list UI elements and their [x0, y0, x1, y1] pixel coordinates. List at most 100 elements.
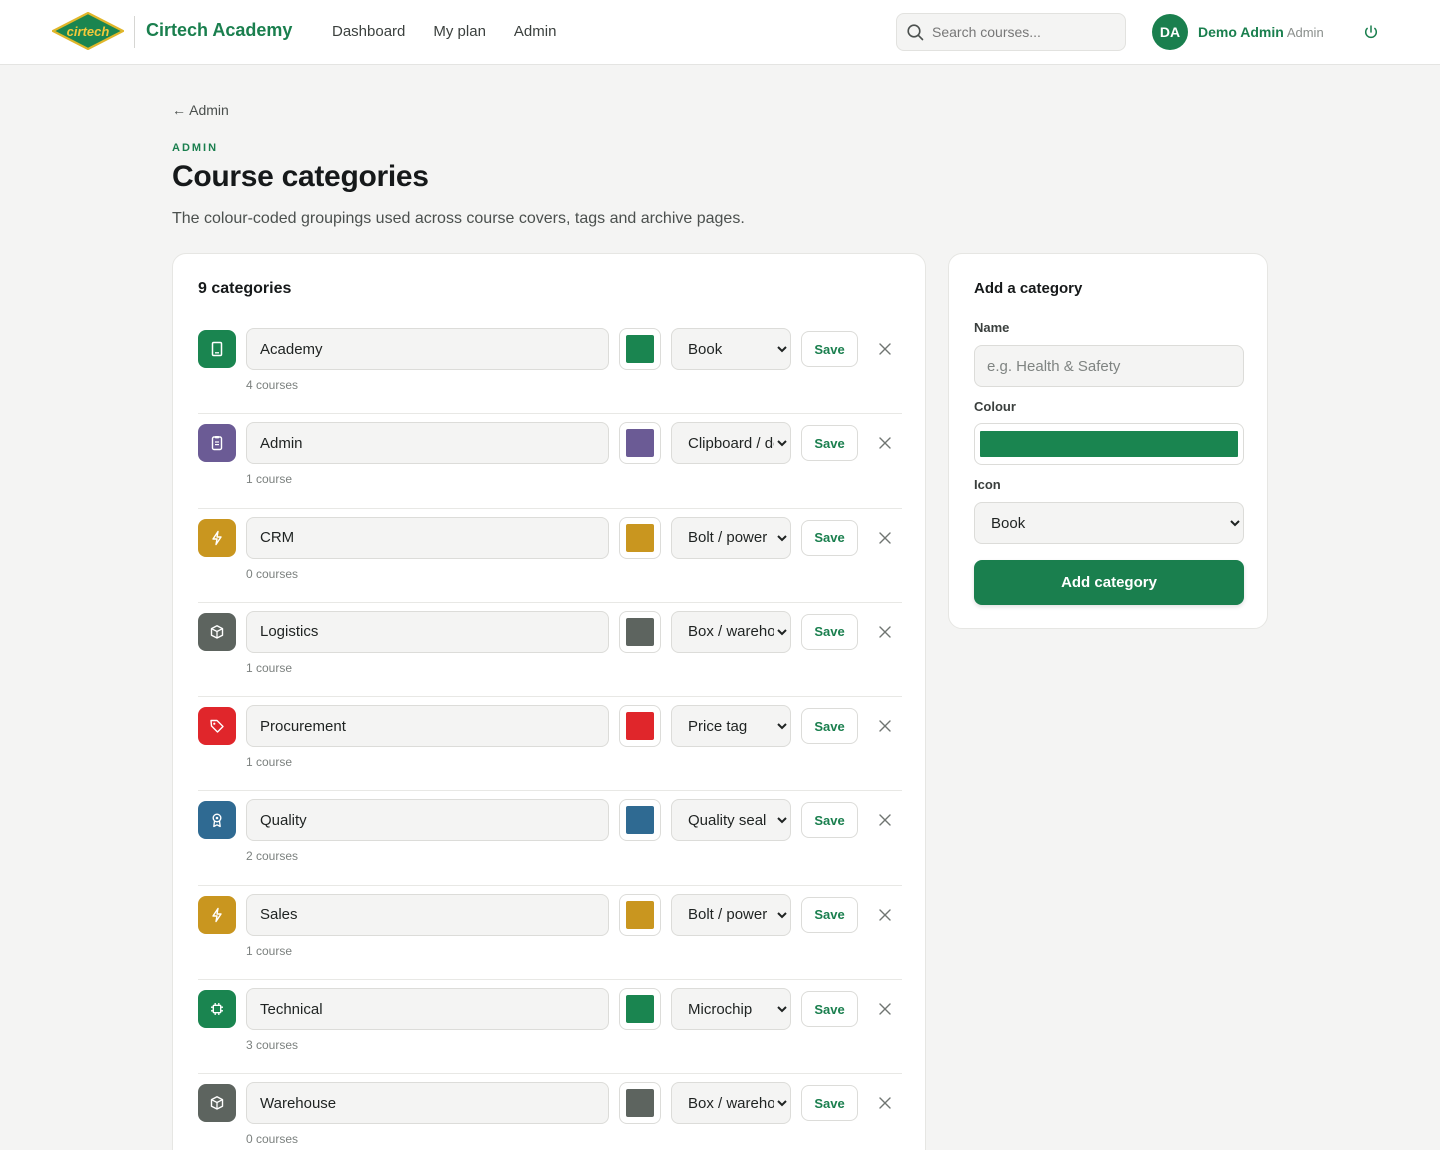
delete-button[interactable] — [876, 529, 894, 547]
course-count: 3 courses — [246, 1038, 299, 1053]
category-icon-select[interactable]: Price tag — [671, 705, 791, 748]
power-icon[interactable] — [1362, 23, 1380, 41]
save-button[interactable]: Save — [801, 425, 858, 462]
new-category-icon-select[interactable]: Book — [974, 502, 1244, 544]
delete-button[interactable] — [876, 811, 894, 829]
category-colour-picker[interactable] — [619, 610, 661, 653]
new-category-colour-picker[interactable] — [974, 423, 1244, 465]
category-icon-select[interactable]: Book — [671, 328, 791, 370]
add-category-button[interactable]: Add category — [974, 560, 1244, 605]
delete-button[interactable] — [876, 434, 894, 452]
category-colour-picker[interactable] — [619, 988, 661, 1031]
avatar[interactable]: DA — [1152, 14, 1188, 50]
save-button[interactable]: Save — [801, 331, 858, 367]
categories-card: 9 categories Book Save 4 courses Clipboard … — [172, 253, 926, 1150]
close-icon — [879, 814, 891, 827]
category-colour-picker[interactable] — [619, 1082, 661, 1125]
course-count: 4 courses — [246, 378, 299, 392]
save-button[interactable]: Save — [801, 1085, 858, 1122]
category-colour-picker[interactable] — [619, 516, 661, 559]
seal-icon — [212, 813, 222, 828]
close-icon — [879, 720, 891, 732]
category-icon-select[interactable]: Quality seal — [671, 799, 791, 842]
delete-button[interactable] — [876, 717, 894, 735]
icon-label: Icon — [974, 477, 1001, 492]
category-icon-select[interactable]: Bolt / power — [671, 516, 791, 559]
category-icon-badge — [198, 330, 236, 368]
box-icon — [210, 1096, 224, 1111]
category-icon-select[interactable]: Bolt / power — [671, 893, 791, 936]
category-colour-swatch — [626, 806, 654, 835]
category-colour-swatch — [626, 900, 654, 929]
category-name-input[interactable] — [246, 328, 609, 370]
logo[interactable]: cirtech — [52, 12, 124, 50]
course-count: 0 courses — [246, 1132, 299, 1147]
course-count: 1 course — [246, 943, 293, 958]
save-button[interactable]: Save — [801, 802, 858, 839]
category-row: Price tag Save 1 course — [198, 697, 902, 792]
category-name-input[interactable] — [246, 516, 609, 559]
save-button[interactable]: Save — [801, 519, 858, 556]
nav-my-plan[interactable]: My plan — [433, 23, 486, 40]
course-count: 1 course — [246, 755, 293, 770]
save-button[interactable]: Save — [801, 991, 858, 1028]
delete-button[interactable] — [876, 1000, 894, 1018]
user-name: Demo Admin — [1198, 24, 1284, 40]
close-icon — [879, 909, 891, 921]
save-button[interactable]: Save — [801, 613, 858, 650]
category-icon-badge — [198, 707, 236, 746]
save-button[interactable]: Save — [801, 896, 858, 933]
category-colour-swatch — [626, 995, 654, 1024]
category-icon-badge — [198, 518, 236, 557]
page-description: The colour-coded groupings used across c… — [172, 210, 745, 227]
category-icon-badge — [198, 895, 236, 934]
main-nav: Dashboard My plan Admin — [332, 23, 556, 40]
brand-name[interactable]: Cirtech Academy — [146, 20, 292, 41]
nav-dashboard[interactable]: Dashboard — [332, 23, 405, 40]
category-row: Box / warehouse Save 0 courses — [198, 1074, 902, 1150]
close-icon — [879, 437, 891, 449]
nav-admin[interactable]: Admin — [514, 23, 557, 40]
category-name-input[interactable] — [246, 705, 609, 748]
user-role: Admin — [1286, 25, 1324, 40]
category-icon-select[interactable]: Clipboard / docs — [671, 422, 791, 465]
category-icon-badge — [198, 990, 236, 1029]
category-colour-picker[interactable] — [619, 799, 661, 842]
category-icon-select[interactable]: Microchip — [671, 988, 791, 1031]
category-name-input[interactable] — [246, 799, 609, 842]
new-category-name-input[interactable] — [974, 345, 1244, 387]
category-colour-picker[interactable] — [619, 893, 661, 936]
category-colour-picker[interactable] — [619, 705, 661, 748]
course-count: 1 course — [246, 472, 293, 487]
tag-icon — [210, 719, 224, 733]
category-icon-badge — [198, 424, 236, 463]
delete-button[interactable] — [876, 1094, 894, 1112]
category-name-input[interactable] — [246, 1082, 609, 1125]
delete-button[interactable] — [876, 623, 894, 641]
category-name-input[interactable] — [246, 988, 609, 1031]
category-colour-picker[interactable] — [619, 328, 661, 370]
save-button[interactable]: Save — [801, 708, 858, 745]
delete-button[interactable] — [876, 906, 894, 924]
bolt-icon — [212, 530, 222, 545]
close-icon — [879, 531, 891, 544]
chip-icon — [211, 1003, 223, 1016]
course-count: 0 courses — [246, 566, 299, 581]
user-menu[interactable]: Demo Admin Admin — [1198, 24, 1324, 40]
category-colour-picker[interactable] — [619, 422, 661, 465]
category-colour-swatch — [626, 712, 654, 741]
search-input[interactable] — [932, 24, 1112, 40]
delete-button[interactable] — [876, 340, 894, 358]
add-category-card: Add a category Name Colour Icon Book Add… — [948, 253, 1268, 629]
category-row: Clipboard / docs Save 1 course — [198, 414, 902, 509]
category-colour-swatch — [626, 523, 654, 552]
category-name-input[interactable] — [246, 422, 609, 465]
back-link[interactable]: ← Admin — [172, 102, 229, 118]
top-bar: cirtech Cirtech Academy Dashboard My pla… — [0, 0, 1440, 65]
close-icon — [879, 626, 891, 638]
category-icon-select[interactable]: Box / warehouse — [671, 610, 791, 653]
colour-label: Colour — [974, 399, 1016, 414]
category-name-input[interactable] — [246, 610, 609, 653]
category-icon-select[interactable]: Box / warehouse — [671, 1082, 791, 1125]
category-name-input[interactable] — [246, 893, 609, 936]
